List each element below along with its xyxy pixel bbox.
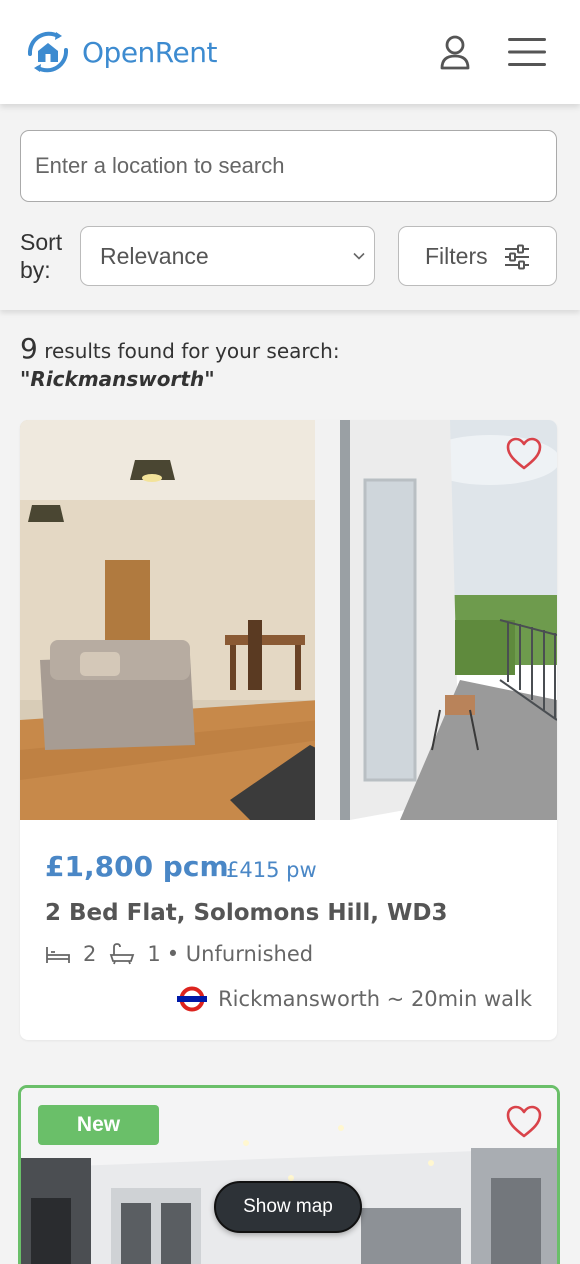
sort-selected-value: Relevance	[100, 242, 209, 269]
bed-icon	[46, 947, 70, 963]
listing-price-weekly: £415 pw	[226, 858, 317, 882]
underground-roundel-icon	[177, 986, 208, 1012]
bed-count: 2	[83, 942, 97, 966]
sort-label: Sort by:	[20, 229, 63, 283]
sliders-icon	[505, 244, 529, 270]
listing-card[interactable]: £1,800 pcm £415 pw 2 Bed Flat, Solomons …	[20, 420, 557, 1040]
listing-price: £1,800 pcm	[45, 850, 229, 883]
listing-photo[interactable]	[20, 420, 557, 820]
heart-icon[interactable]	[505, 436, 543, 472]
openrent-logo[interactable]: OpenRent	[20, 24, 217, 80]
bath-icon	[110, 943, 135, 965]
bath-count: 1	[147, 942, 161, 966]
hamburger-menu-icon[interactable]	[506, 36, 548, 68]
filters-button[interactable]: Filters	[398, 226, 557, 286]
search-panel: Sort by: Relevance Filters	[0, 104, 580, 310]
sort-select[interactable]: Relevance	[80, 226, 375, 286]
show-map-button[interactable]: Show map	[214, 1181, 362, 1233]
search-query: "Rickmansworth"	[20, 367, 215, 391]
chevron-down-icon	[353, 252, 365, 260]
results-text: results found for your search:	[44, 339, 340, 363]
location-search-input[interactable]	[20, 130, 557, 202]
station-text: Rickmansworth ~ 20min walk	[218, 987, 532, 1011]
nearest-station: Rickmansworth ~ 20min walk	[176, 986, 532, 1012]
brand-name: OpenRent	[82, 35, 217, 69]
user-icon[interactable]	[436, 34, 474, 72]
results-number: 9	[20, 332, 38, 365]
furnishing: • Unfurnished	[166, 942, 314, 966]
openrent-logo-icon	[27, 31, 69, 73]
listing-card[interactable]: New	[18, 1085, 560, 1264]
site-header: OpenRent	[0, 0, 580, 104]
new-badge: New	[38, 1105, 159, 1145]
listing-features: 2 1 • Unfurnished	[45, 942, 313, 966]
listing-title[interactable]: 2 Bed Flat, Solomons Hill, WD3	[45, 900, 447, 926]
results-count: 9 results found for your search:	[20, 334, 340, 366]
filters-label: Filters	[425, 242, 488, 269]
heart-icon[interactable]	[505, 1104, 543, 1140]
